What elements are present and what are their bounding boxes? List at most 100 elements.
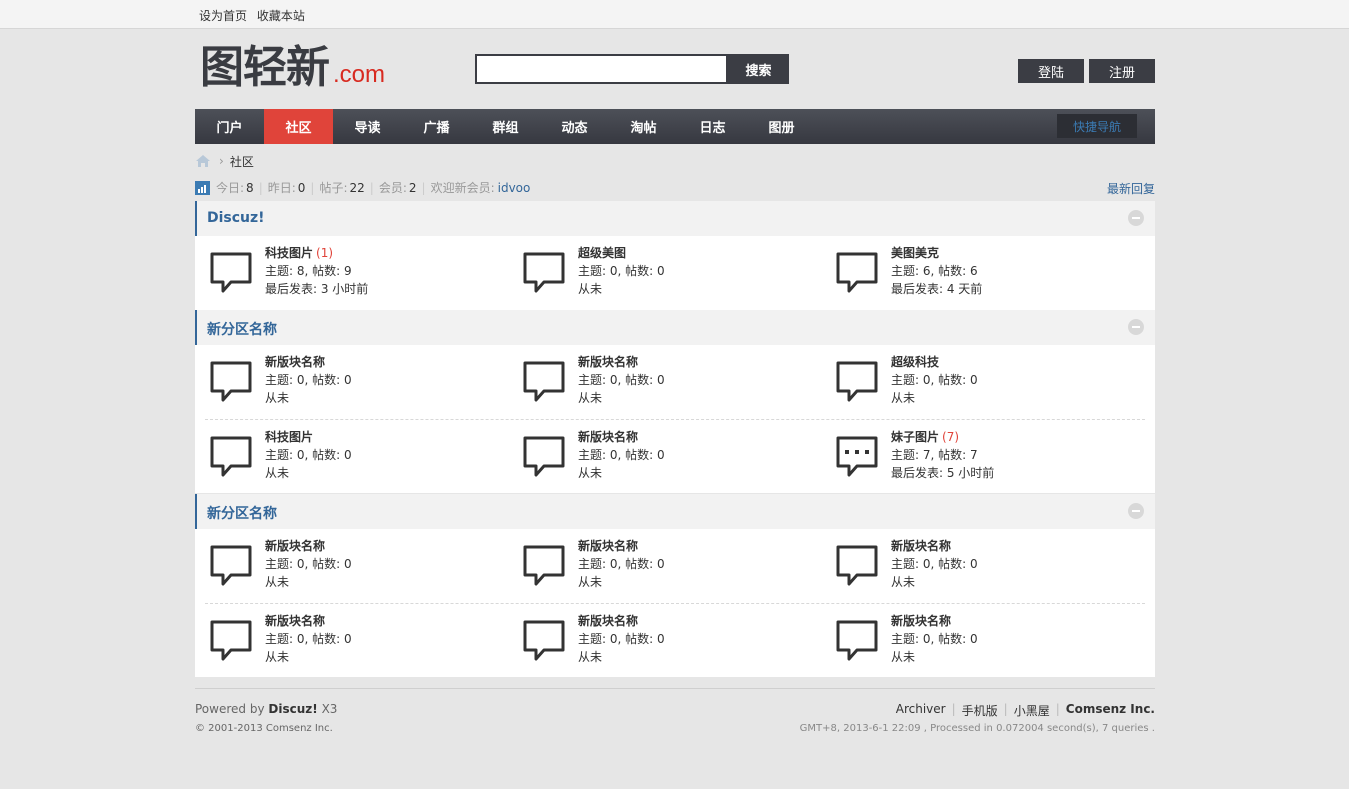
forum-counts: 主题: 0, 帖数: 0 [891,557,978,571]
nav-item-broadcast[interactable]: 广播 [402,109,471,144]
auth-buttons-register: 注册 [1089,59,1155,83]
speech-bubble-icon[interactable] [209,251,253,295]
product-link[interactable]: Discuz! [268,702,317,716]
stats-yesterday-label: 昨日: [267,181,296,195]
forum-last-post: 从未 [265,650,290,664]
footer-link-archiver[interactable]: Archiver [896,702,946,719]
bookmark-link[interactable]: 收藏本站 [257,9,305,23]
nav-item-guide[interactable]: 导读 [333,109,402,144]
forum-category: Discuz! 科技图片 (1) 主题: 8, 帖数: 9 最后发表: 3 小时前 超级美… [195,201,1155,310]
forum-info: 妹子图片 (7) 主题: 7, 帖数: 7 最后发表: 5 小时前 [891,428,994,482]
category-header: 新分区名称 [195,494,1155,529]
forum-name-link[interactable]: 新版块名称 [265,614,325,628]
search-button[interactable]: 搜索 [728,54,789,84]
forum-item: 新版块名称 主题: 0, 帖数: 0 从未 [209,345,509,419]
speech-bubble-icon[interactable] [522,435,566,479]
forum-name-link[interactable]: 新版块名称 [578,614,638,628]
forum-item: 超级美图 主题: 0, 帖数: 0 从未 [522,236,822,310]
nav-item-community[interactable]: 社区 [264,109,333,144]
forum-name-link[interactable]: 妹子图片 [891,430,939,444]
forum-category: 新分区名称 新版块名称 主题: 0, 帖数: 0 从未 新版块名称 主题: 0, 帖数: … [195,494,1155,677]
forum-last-post: 从未 [578,391,603,405]
forum-item: 美图美克 主题: 6, 帖数: 6 最后发表: 4 天前 [835,236,1135,310]
speech-bubble-icon[interactable] [522,251,566,295]
forum-last-post: 从未 [578,575,603,589]
forum-name-link[interactable]: 新版块名称 [891,614,951,628]
stats-welcome-label: 欢迎新会员: [430,181,495,195]
collapse-icon[interactable] [1128,503,1144,519]
forum-counts: 主题: 8, 帖数: 9 [265,264,352,278]
forum-name-link[interactable]: 新版块名称 [891,539,951,553]
main-nav: 门户 社区 导读 广播 群组 动态 淘帖 日志 图册 快捷导航 [195,109,1155,144]
nav-item-collections[interactable]: 淘帖 [609,109,678,144]
forum-counts: 主题: 0, 帖数: 0 [578,557,665,571]
forum-item: 新版块名称 主题: 0, 帖数: 0 从未 [835,604,1135,678]
forum-info: 超级美图 主题: 0, 帖数: 0 从未 [578,244,665,298]
forum-name-link[interactable]: 超级科技 [891,355,939,369]
speech-bubble-icon[interactable] [835,360,879,404]
stats-today-value: 8 [246,180,254,195]
speech-bubble-icon[interactable] [522,544,566,588]
new-member-link[interactable]: idvoo [498,181,531,195]
search-input[interactable] [475,54,728,84]
forum-counts: 主题: 7, 帖数: 7 [891,448,978,462]
forum-row: 科技图片 主题: 0, 帖数: 0 从未 新版块名称 主题: 0, 帖数: 0 从未 妹子图… [205,419,1145,493]
forum-item: 新版块名称主题: 0, 帖数: 0 从未 [522,529,822,603]
nav-item-blog[interactable]: 日志 [678,109,747,144]
forum-item: 科技图片 (1) 主题: 8, 帖数: 9 最后发表: 3 小时前 [209,236,509,310]
site-logo[interactable]: 图轻新 .com [200,41,385,93]
speech-bubble-icon[interactable] [209,619,253,663]
speech-bubble-icon[interactable] [835,544,879,588]
forum-counts: 主题: 0, 帖数: 0 [578,632,665,646]
forum-name-link[interactable]: 新版块名称 [265,355,325,369]
forum-info: 新版块名称 主题: 0, 帖数: 0 从未 [891,612,978,666]
forum-name-link[interactable]: 新版块名称 [265,539,325,553]
forum-name-link[interactable]: 超级美图 [578,246,626,260]
collapse-icon[interactable] [1128,210,1144,226]
speech-bubble-icon[interactable] [835,251,879,295]
speech-bubble-dots-icon[interactable] [835,435,879,479]
nav-item-feed[interactable]: 动态 [540,109,609,144]
collapse-icon[interactable] [1128,319,1144,335]
home-icon[interactable] [195,154,211,168]
speech-bubble-icon[interactable] [209,360,253,404]
category-title[interactable]: 新分区名称 [207,503,277,523]
speech-bubble-icon[interactable] [209,544,253,588]
forum-info: 超级科技 主题: 0, 帖数: 0 从未 [891,353,978,407]
footer-link-mobile[interactable]: 手机版 [962,702,998,719]
speech-bubble-icon[interactable] [522,360,566,404]
footer-company-link[interactable]: Comsenz Inc. [1066,702,1155,719]
speech-bubble-icon[interactable] [835,619,879,663]
forum-item: 新版块名称 主题: 0, 帖数: 0 从未 [209,604,509,678]
forum-name-link[interactable]: 新版块名称 [578,430,638,444]
forum-name-link[interactable]: 科技图片 [265,430,313,444]
forum-last-post: 从未 [891,575,916,589]
forum-name-link[interactable]: 科技图片 [265,246,313,260]
forum-item: 妹子图片 (7) 主题: 7, 帖数: 7 最后发表: 5 小时前 [835,420,1135,494]
forum-last-post: 最后发表: 5 小时前 [891,466,995,480]
footer-link-blackroom[interactable]: 小黑屋 [1014,702,1050,719]
forum-info: 科技图片 主题: 0, 帖数: 0 从未 [265,428,352,482]
forum-name-link[interactable]: 新版块名称 [578,539,638,553]
register-button[interactable]: 注册 [1089,59,1155,83]
category-title[interactable]: 新分区名称 [207,319,277,339]
forum-name-link[interactable]: 新版块名称 [578,355,638,369]
forum-name-link[interactable]: 美图美克 [891,246,939,260]
forum-item: 新版块名称 主题: 0, 帖数: 0 从未 [209,529,509,603]
forum-last-post: 从未 [265,575,290,589]
login-button[interactable]: 登陆 [1018,59,1084,83]
latest-replies-link[interactable]: 最新回复 [1107,180,1155,197]
speech-bubble-icon[interactable] [522,619,566,663]
speech-bubble-icon[interactable] [209,435,253,479]
quick-nav-button[interactable]: 快捷导航 [1057,114,1137,138]
forum-info: 新版块名称主题: 0, 帖数: 0 从未 [891,537,978,591]
nav-item-groups[interactable]: 群组 [471,109,540,144]
category-title[interactable]: Discuz! [207,210,265,226]
forum-last-post: 最后发表: 4 天前 [891,282,983,296]
nav-item-portal[interactable]: 门户 [195,109,264,144]
forum-item: 新版块名称 主题: 0, 帖数: 0 从未 [522,420,822,494]
logo-main-text: 图轻新 [200,42,330,93]
set-home-link[interactable]: 设为首页 [199,9,247,23]
nav-item-album[interactable]: 图册 [747,109,816,144]
forum-counts: 主题: 0, 帖数: 0 [891,373,978,387]
